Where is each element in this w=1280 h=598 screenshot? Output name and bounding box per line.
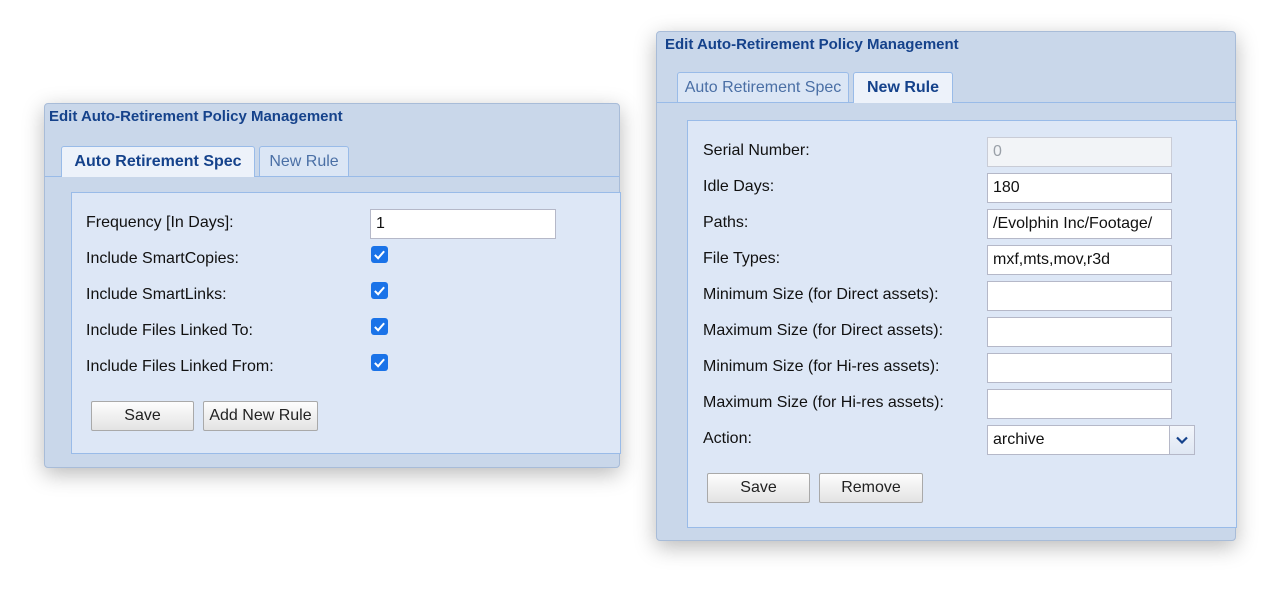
min-size-hires-input[interactable] (987, 353, 1172, 383)
frequency-input[interactable] (370, 209, 556, 239)
min-size-direct-input[interactable] (987, 281, 1172, 311)
paths-input[interactable] (987, 209, 1172, 239)
right-tab-auto-retirement-spec[interactable]: Auto Retirement Spec (677, 72, 849, 102)
max-size-hires-input[interactable] (987, 389, 1172, 419)
include-linked-from-label: Include Files Linked From: (86, 358, 274, 375)
checkmark-icon (374, 250, 385, 260)
action-label: Action: (703, 430, 752, 447)
right-tab-bar: Auto Retirement Spec New Rule (657, 72, 1235, 103)
add-new-rule-button[interactable]: Add New Rule (203, 401, 318, 431)
idle-days-label: Idle Days: (703, 178, 775, 195)
include-smartlinks-checkbox[interactable] (371, 282, 388, 299)
right-panel-title: Edit Auto-Retirement Policy Management (665, 36, 959, 53)
checkmark-icon (374, 322, 385, 332)
serial-number-label: Serial Number: (703, 142, 810, 159)
right-save-button[interactable]: Save (707, 473, 810, 503)
serial-number-input (987, 137, 1172, 167)
left-save-button[interactable]: Save (91, 401, 194, 431)
max-size-hires-label: Maximum Size (for Hi-res assets): (703, 394, 944, 411)
idle-days-input[interactable] (987, 173, 1172, 203)
right-tab-new-rule[interactable]: New Rule (853, 72, 953, 103)
checkmark-icon (374, 286, 385, 296)
left-panel-title: Edit Auto-Retirement Policy Management (49, 108, 343, 125)
include-smartlinks-label: Include SmartLinks: (86, 286, 227, 303)
include-linked-to-checkbox[interactable] (371, 318, 388, 335)
right-policy-panel: Edit Auto-Retirement Policy Management A… (656, 31, 1237, 541)
frequency-label: Frequency [In Days]: (86, 214, 234, 231)
include-linked-from-checkbox[interactable] (371, 354, 388, 371)
checkmark-icon (374, 358, 385, 368)
max-size-direct-label: Maximum Size (for Direct assets): (703, 322, 944, 339)
include-smartcopies-label: Include SmartCopies: (86, 250, 239, 267)
min-size-direct-label: Minimum Size (for Direct assets): (703, 286, 939, 303)
left-policy-panel: Edit Auto-Retirement Policy Management A… (44, 103, 621, 468)
paths-label: Paths: (703, 214, 749, 231)
action-select-value: archive (993, 431, 1045, 448)
min-size-hires-label: Minimum Size (for Hi-res assets): (703, 358, 940, 375)
action-select[interactable]: archive (987, 425, 1195, 455)
include-linked-to-label: Include Files Linked To: (86, 322, 253, 339)
left-tab-auto-retirement-spec[interactable]: Auto Retirement Spec (61, 146, 255, 177)
chevron-down-icon[interactable] (1169, 426, 1194, 454)
file-types-label: File Types: (703, 250, 781, 267)
include-smartcopies-checkbox[interactable] (371, 246, 388, 263)
left-tab-bar: Auto Retirement Spec New Rule (45, 146, 619, 177)
max-size-direct-input[interactable] (987, 317, 1172, 347)
left-tab-new-rule[interactable]: New Rule (259, 146, 349, 176)
remove-button[interactable]: Remove (819, 473, 923, 503)
file-types-input[interactable] (987, 245, 1172, 275)
